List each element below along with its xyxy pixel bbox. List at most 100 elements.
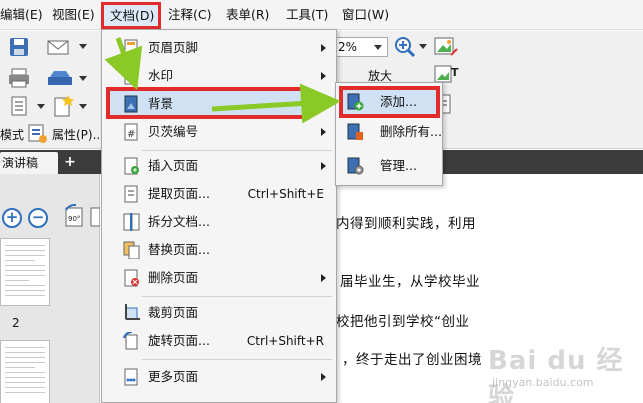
submenu-arrow-icon — [321, 373, 326, 381]
menu-separator — [142, 296, 332, 297]
image-edit-icon[interactable] — [433, 35, 459, 59]
submenu-item-add-background[interactable]: 添加... — [336, 87, 442, 117]
menu-item-rotate-page[interactable]: 旋转页面... Ctrl+Shift+R — [102, 327, 336, 355]
menu-item-watermark[interactable]: 水印 — [102, 62, 336, 90]
page-thumbnail[interactable] — [0, 238, 50, 306]
menu-item-crop-page[interactable]: 裁剪页面 — [102, 299, 336, 327]
zoom-value: 2% — [338, 40, 358, 54]
menu-item-extract-page[interactable]: 提取页面... Ctrl+Shift+E — [102, 180, 336, 208]
menu-item-header-footer[interactable]: 页眉页脚 — [102, 34, 336, 62]
document-text-line: 校把他引到学校“创业 — [336, 314, 470, 330]
menu-item-insert-page[interactable]: 插入页面 — [102, 152, 336, 180]
watermark-icon — [124, 67, 138, 85]
submenu-arrow-icon — [321, 128, 326, 136]
menu-edit[interactable]: 编辑(E) — [0, 0, 43, 30]
split-document-icon — [123, 213, 140, 231]
menu-tools[interactable]: 工具(T) — [286, 0, 328, 30]
chevron-down-icon[interactable] — [36, 103, 46, 111]
menu-item-delete-page[interactable]: 删除页面 — [102, 264, 336, 292]
submenu-arrow-icon — [321, 72, 326, 80]
rotate-90-icon[interactable]: 90° — [62, 204, 88, 230]
chevron-down-icon[interactable] — [78, 75, 88, 83]
zoom-combobox[interactable]: 2% — [334, 37, 388, 57]
menu-document[interactable]: 文档(D) — [101, 2, 161, 29]
zoom-out-thumbnail-button[interactable]: − — [28, 208, 48, 228]
menu-item-background[interactable]: 背景 — [102, 90, 336, 118]
email-icon[interactable] — [46, 37, 72, 57]
svg-text:90°: 90° — [68, 215, 80, 223]
menu-item-label: 旋转页面... — [148, 333, 210, 348]
submenu-item-manage-backgrounds[interactable]: 管理... — [336, 151, 442, 181]
submenu-arrow-icon — [321, 274, 326, 282]
document-list-icon[interactable] — [8, 95, 34, 117]
menu-item-shortcut: Ctrl+Shift+R — [246, 334, 324, 348]
menu-separator — [142, 150, 332, 151]
rotate-page-icon — [123, 332, 138, 350]
menu-item-label: 水印 — [148, 68, 174, 83]
zoom-in-icon[interactable] — [393, 35, 419, 59]
svg-text:T: T — [451, 66, 459, 79]
document-menu: 页眉页脚 水印 背景 # 贝茨编号 插入页面 提取页面... Ctrl+Shif… — [101, 29, 337, 403]
more-pages-icon — [124, 368, 138, 386]
submenu-item-label: 管理... — [380, 158, 417, 173]
document-text-line: 届毕业生，从学校毕业 — [340, 274, 480, 290]
add-tab-button[interactable]: + — [62, 154, 78, 170]
extract-page-icon — [124, 185, 138, 203]
rotate-icon[interactable] — [90, 204, 100, 230]
menu-item-replace-page[interactable]: 替换页面... — [102, 236, 336, 264]
tab-document-label: 演讲稿 — [2, 156, 39, 170]
thumbnail-page-number: 2 — [12, 316, 20, 330]
chevron-down-icon[interactable] — [78, 103, 88, 111]
watermark-url: jingyan.baidu.com — [492, 376, 594, 389]
menu-item-label: 贝茨编号 — [148, 124, 199, 139]
svg-text:#: # — [127, 129, 135, 140]
scanner-icon[interactable] — [46, 67, 74, 89]
watermark-brand: Bai du 经验 — [488, 346, 624, 403]
properties-icon[interactable] — [26, 122, 48, 144]
submenu-item-remove-all-backgrounds[interactable]: 删除所有... — [336, 117, 442, 147]
crop-page-icon — [125, 304, 140, 320]
remove-background-icon — [347, 123, 363, 140]
chevron-down-icon[interactable] — [418, 43, 428, 51]
save-icon[interactable] — [8, 36, 30, 58]
menu-item-label: 删除页面 — [148, 270, 199, 285]
menu-item-split-document[interactable]: 拆分文档... — [102, 208, 336, 236]
submenu-arrow-icon — [321, 44, 326, 52]
manage-background-icon — [347, 157, 364, 175]
zoom-in-thumbnail-button[interactable]: + — [2, 208, 22, 228]
new-document-icon[interactable] — [50, 94, 76, 118]
chevron-down-icon — [374, 45, 382, 50]
print-icon[interactable] — [8, 67, 30, 89]
menu-item-label: 背景 — [148, 96, 174, 111]
menu-document-label: 文档(D) — [110, 8, 155, 23]
menu-comment[interactable]: 注释(C) — [168, 0, 211, 30]
menu-item-label: 页眉页脚 — [148, 40, 199, 55]
submenu-arrow-icon — [321, 100, 326, 108]
header-footer-icon — [124, 39, 138, 57]
bates-number-icon: # — [124, 123, 138, 141]
menu-view[interactable]: 视图(E) — [52, 0, 95, 30]
menu-item-label: 拆分文档... — [148, 214, 210, 229]
submenu-item-label: 删除所有... — [380, 124, 442, 139]
properties-button[interactable]: 属性(P)... — [52, 126, 104, 143]
page-thumbnail[interactable] — [0, 340, 50, 403]
submenu-item-label: 添加... — [380, 94, 417, 109]
menu-window[interactable]: 窗口(W) — [342, 0, 389, 30]
menu-item-label: 提取页面... — [148, 186, 210, 201]
chevron-down-icon[interactable] — [78, 43, 88, 51]
menu-item-label: 更多页面 — [148, 369, 199, 384]
tab-document[interactable]: 演讲稿 — [0, 152, 58, 174]
menu-item-bates-numbering[interactable]: # 贝茨编号 — [102, 118, 336, 146]
menu-bar: 编辑(E) 视图(E) 文档(D) 注释(C) 表单(R) 工具(T) 窗口(W… — [0, 0, 643, 30]
add-background-icon — [347, 93, 364, 111]
mode-label[interactable]: 模式 — [0, 126, 24, 143]
document-text-line: 内得到顺利实践，利用 — [336, 216, 476, 232]
thumbnail-panel: + − 90° 2 — [0, 174, 100, 403]
menu-separator — [142, 359, 332, 360]
menu-item-more-pages[interactable]: 更多页面 — [102, 363, 336, 391]
menu-form[interactable]: 表单(R) — [226, 0, 269, 30]
menu-item-label: 替换页面... — [148, 242, 210, 257]
delete-page-icon — [124, 269, 139, 287]
submenu-arrow-icon — [321, 162, 326, 170]
menu-item-shortcut: Ctrl+Shift+E — [247, 187, 324, 201]
